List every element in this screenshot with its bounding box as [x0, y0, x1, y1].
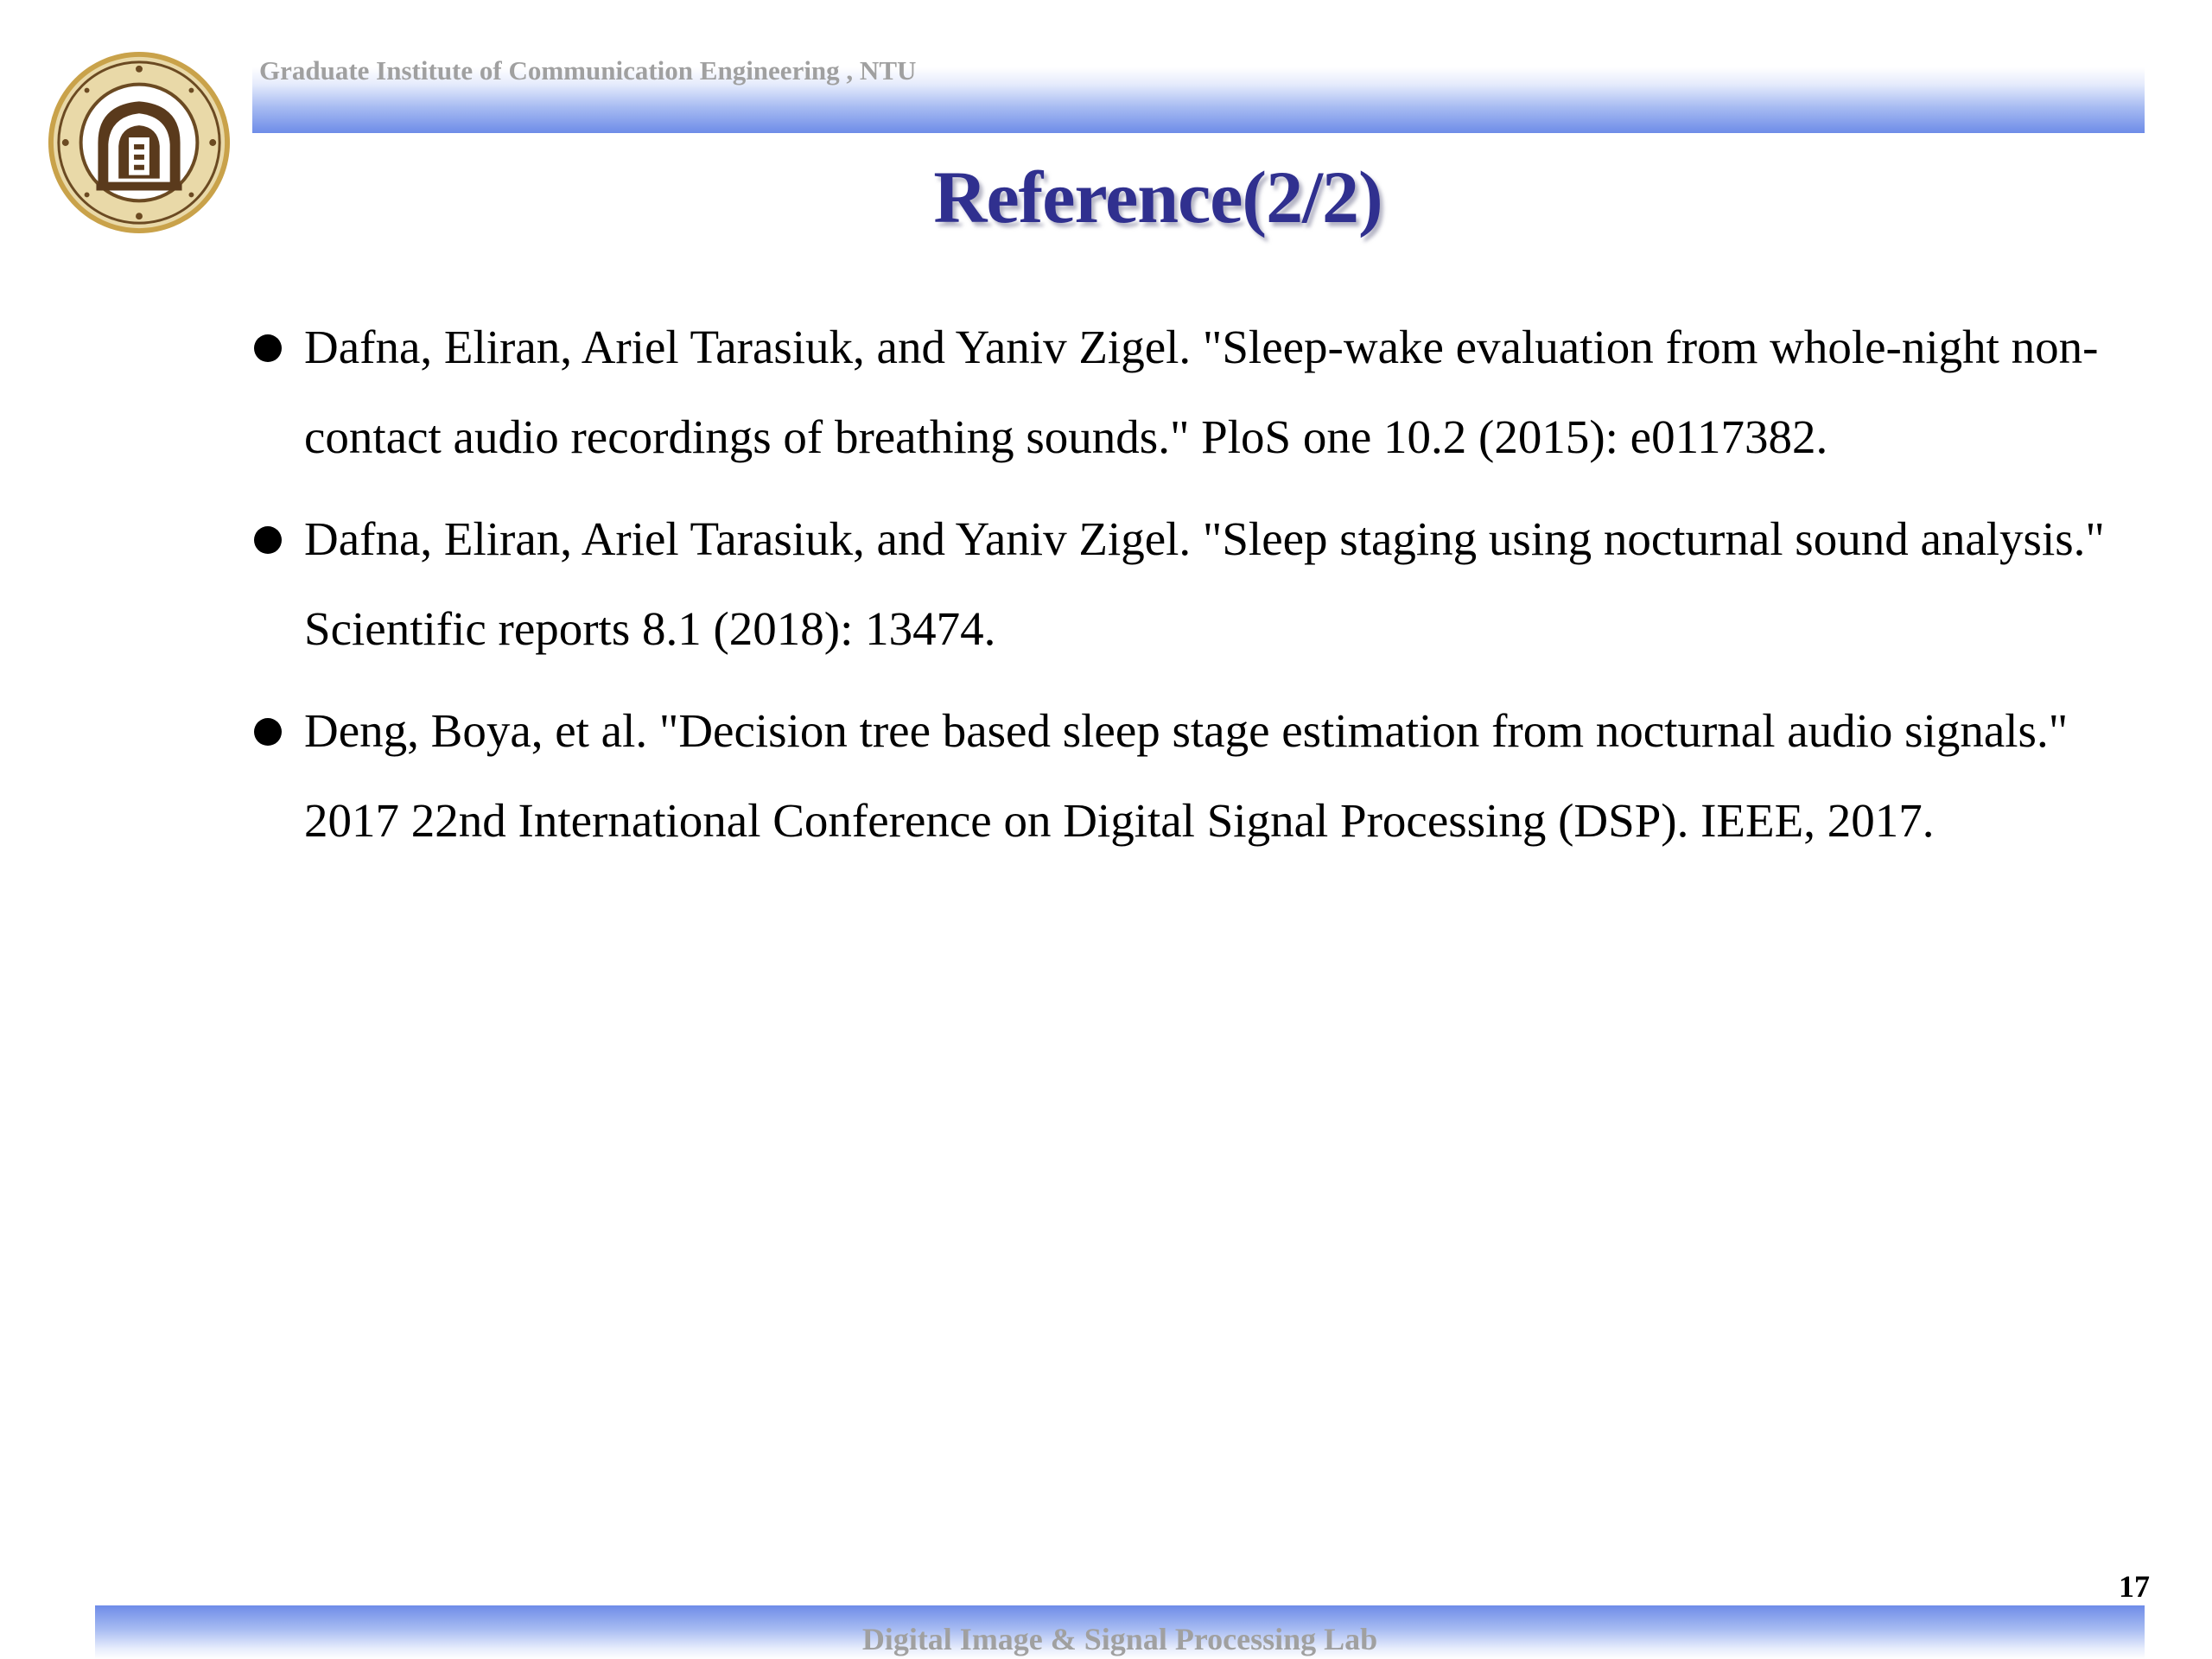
reference-text: Dafna, Eliran, Ariel Tarasiuk, and Yaniv…	[304, 321, 2099, 463]
bullet-icon	[254, 334, 282, 362]
institute-name: Graduate Institute of Communication Engi…	[259, 55, 917, 86]
reference-list: Dafna, Eliran, Ariel Tarasiuk, and Yaniv…	[251, 302, 2117, 878]
bullet-icon	[254, 718, 282, 746]
reference-item: Dafna, Eliran, Ariel Tarasiuk, and Yaniv…	[251, 494, 2117, 674]
slide-title: Reference(2/2)	[933, 156, 1382, 238]
reference-item: Dafna, Eliran, Ariel Tarasiuk, and Yaniv…	[251, 302, 2117, 482]
bullet-icon	[254, 526, 282, 554]
lab-name: Digital Image & Signal Processing Lab	[861, 1622, 1378, 1656]
reference-text: Deng, Boya, et al. "Decision tree based …	[304, 704, 2069, 847]
page-number: 17	[2119, 1569, 2150, 1604]
reference-text: Dafna, Eliran, Ariel Tarasiuk, and Yaniv…	[304, 512, 2105, 655]
slide: Graduate Institute of Communication Engi…	[0, 0, 2212, 1659]
reference-item: Deng, Boya, et al. "Decision tree based …	[251, 686, 2117, 866]
